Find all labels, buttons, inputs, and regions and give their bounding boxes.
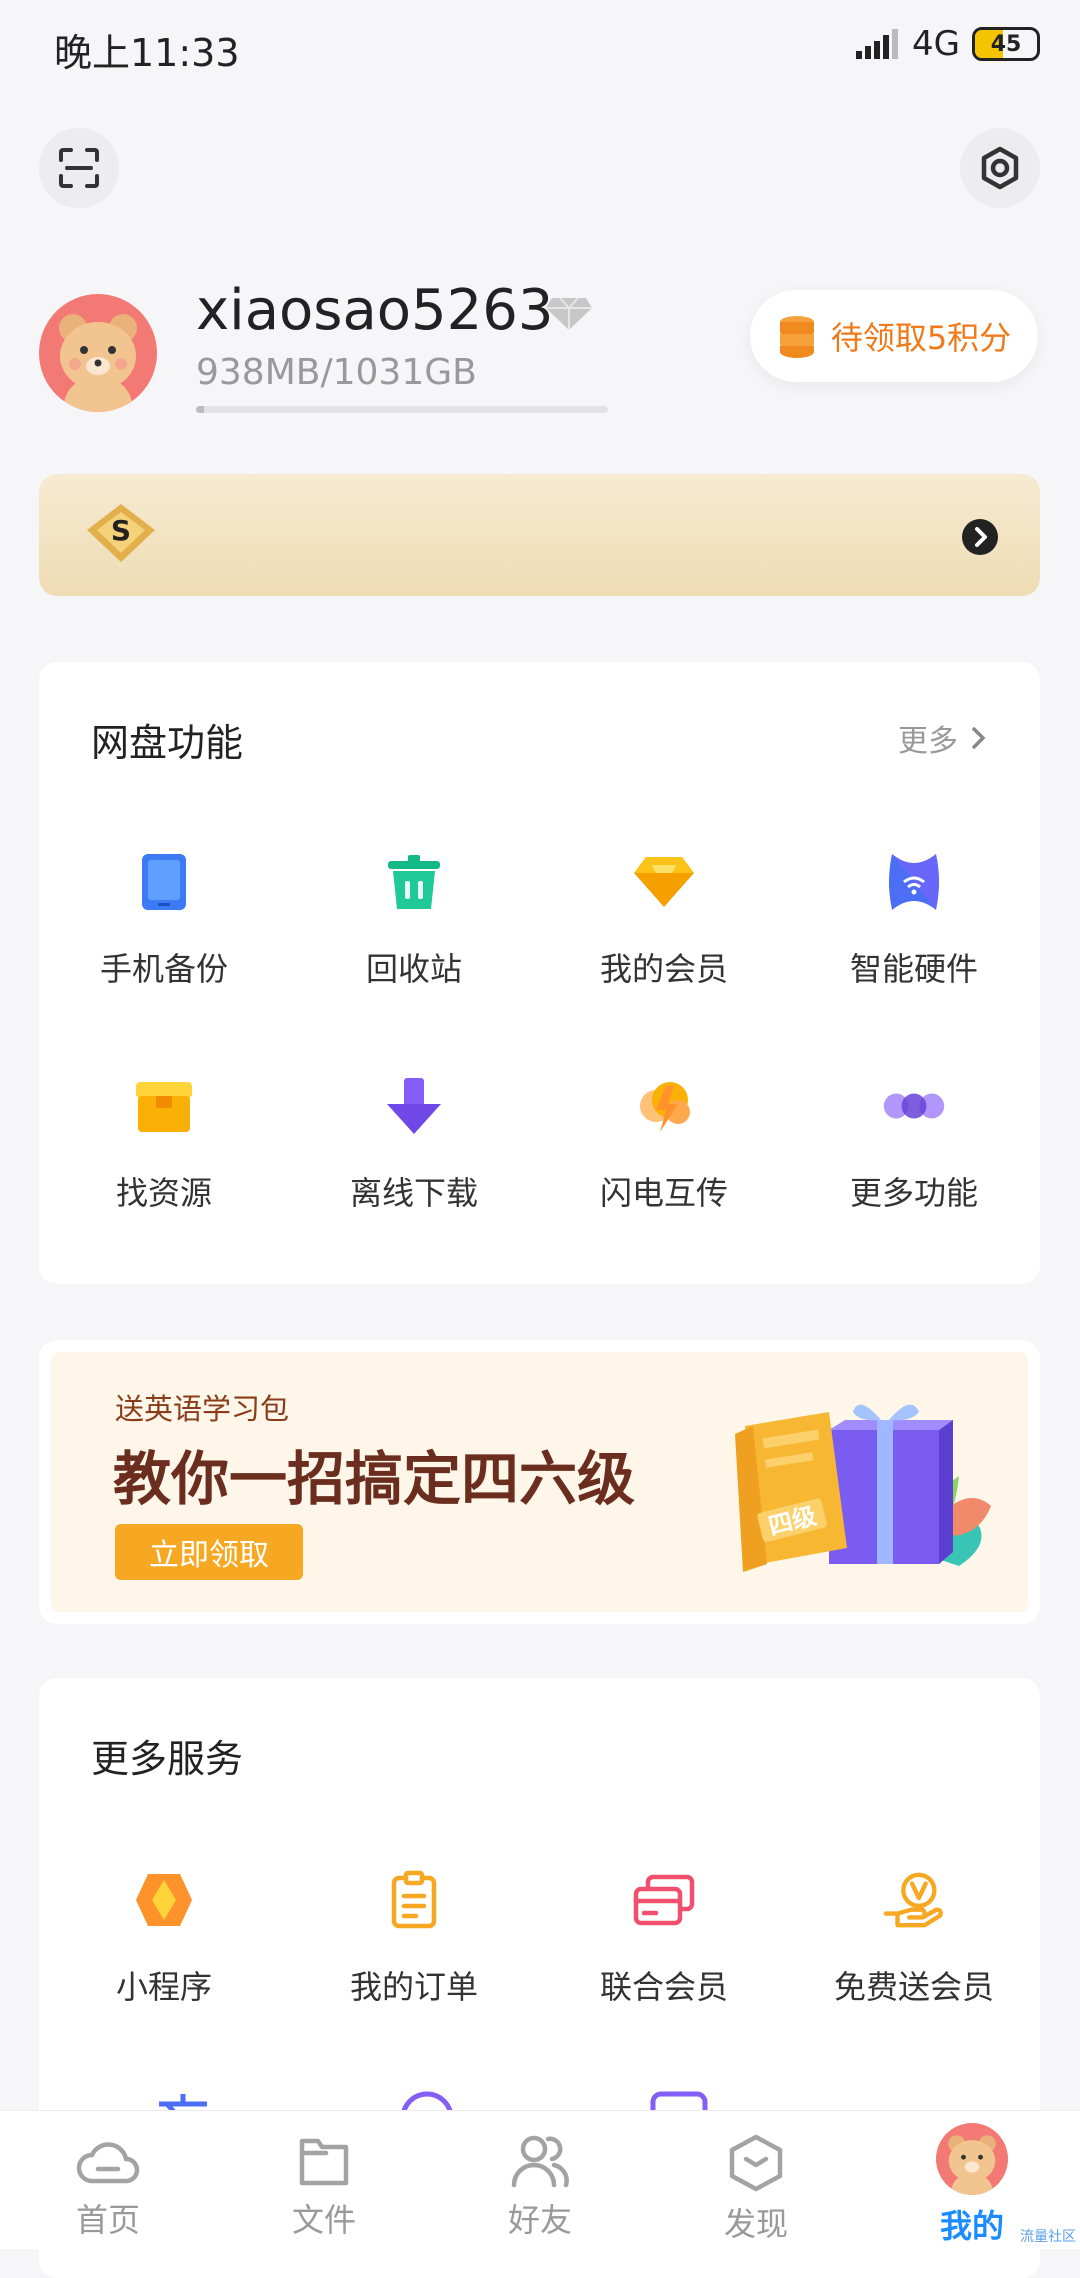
feature-more-features[interactable]: 更多功能 (789, 1074, 1039, 1214)
nav-home[interactable]: 首页 (0, 2111, 216, 2249)
feature-membership[interactable]: 我的会员 (539, 850, 789, 990)
status-indicators: 4G 45 (856, 24, 1040, 64)
nav-label: 发现 (723, 2205, 788, 2243)
feature-label: 找资源 (115, 1174, 212, 1212)
avatar[interactable] (39, 294, 157, 412)
signal-icon (856, 29, 899, 59)
super-vip-banner[interactable]: S (39, 474, 1040, 596)
folder-icon (299, 2138, 349, 2186)
feature-label: 回收站 (365, 950, 462, 988)
more-features-icon (883, 1093, 945, 1119)
feature-recycle-bin[interactable]: 回收站 (289, 850, 539, 990)
network-type: 4G (912, 24, 960, 64)
super-vip-badge-icon: S (87, 504, 155, 562)
service-free-membership[interactable]: 免费送会员 (789, 1868, 1039, 2008)
feature-offline-download[interactable]: 离线下载 (289, 1074, 539, 1214)
service-orders[interactable]: 我的订单 (289, 1868, 539, 2008)
feature-label: 我的会员 (599, 950, 728, 988)
nav-label: 文件 (291, 2201, 356, 2239)
nav-label: 首页 (75, 2201, 140, 2239)
promo-card[interactable]: 送英语学习包 教你一招搞定四六级 立即领取 四级 (39, 1340, 1040, 1624)
service-mini-program[interactable]: 小程序 (39, 1868, 289, 2008)
smart-hardware-icon (889, 854, 939, 910)
feature-lightning-transfer[interactable]: 闪电互传 (539, 1074, 789, 1214)
promo-headline: 教你一招搞定四六级 (113, 1445, 636, 1513)
gift-books-illustration: 四级 (735, 1404, 991, 1572)
nav-label: 好友 (507, 2201, 572, 2239)
feature-smart-hardware[interactable]: 智能硬件 (789, 850, 1039, 990)
vip-diamond-icon (546, 297, 592, 330)
claim-points-label: 待领取5积分 (830, 319, 1012, 357)
avatar (936, 2123, 1008, 2195)
feature-label: 更多功能 (849, 1174, 978, 1212)
nav-friends[interactable]: 好友 (432, 2111, 648, 2249)
lightning-transfer-icon (640, 1082, 690, 1132)
features-title: 网盘功能 (91, 721, 244, 765)
bear-avatar-icon (59, 314, 137, 412)
coins-icon (779, 316, 814, 358)
scan-button[interactable] (39, 128, 119, 208)
feature-phone-backup[interactable]: 手机备份 (39, 850, 289, 990)
chevron-right-icon (972, 727, 986, 749)
offline-download-icon (387, 1078, 441, 1134)
status-time: 晚上11:33 (54, 31, 240, 75)
watermark: 流量社区 (1020, 2229, 1076, 2245)
find-resources-icon (136, 1082, 192, 1132)
gear-icon (981, 146, 1019, 190)
storage-usage: 938MB/1031GB (196, 352, 477, 393)
phone-backup-icon (142, 854, 186, 910)
battery-icon: 45 (972, 27, 1040, 61)
service-label: 联合会员 (599, 1968, 728, 2006)
service-joint-membership[interactable]: 联合会员 (539, 1868, 789, 2008)
bottom-navigation: 首页 文件 好友 发现 我的 (0, 2110, 1080, 2249)
promo-claim-button[interactable]: 立即领取 (115, 1524, 303, 1580)
friends-icon (511, 2135, 569, 2188)
battery-level: 45 (990, 31, 1022, 57)
features-card: 网盘功能 更多 手机备份 回收站 我的会员 智能硬件 找资源 离线下载 闪电互传… (39, 662, 1040, 1284)
settings-button[interactable] (960, 128, 1040, 208)
service-label: 我的订单 (349, 1968, 478, 2006)
feature-find-resources[interactable]: 找资源 (39, 1074, 289, 1214)
nav-files[interactable]: 文件 (216, 2111, 432, 2249)
arrow-right-circle-icon (962, 519, 998, 555)
features-more-link[interactable]: 更多 (898, 716, 988, 760)
storage-progress-bar (196, 406, 608, 413)
nav-label-active: 我的 (939, 2207, 1004, 2245)
service-label: 小程序 (115, 1968, 212, 2006)
feature-label: 手机备份 (99, 950, 228, 988)
feature-label: 离线下载 (349, 1174, 478, 1212)
svg-text:S: S (111, 514, 131, 547)
features-more-label: 更多 (898, 724, 958, 759)
discover-icon (729, 2134, 783, 2192)
membership-icon (634, 857, 694, 907)
recycle-bin-icon (388, 855, 440, 909)
free-membership-icon (883, 1872, 943, 1928)
username: xiaosao5263 (196, 278, 554, 343)
cloud-icon (76, 2142, 140, 2184)
feature-label: 智能硬件 (849, 950, 978, 988)
storage-progress-fill (196, 406, 205, 413)
scan-icon (59, 148, 99, 188)
joint-membership-icon (633, 1874, 695, 1926)
services-title: 更多服务 (91, 1737, 244, 1781)
feature-label: 闪电互传 (599, 1174, 728, 1212)
claim-points-button[interactable]: 待领取5积分 (750, 290, 1038, 382)
service-label: 免费送会员 (833, 1968, 994, 2006)
mini-program-icon (136, 1874, 192, 1926)
nav-discover[interactable]: 发现 (648, 2111, 864, 2249)
orders-icon (391, 1870, 437, 1929)
bear-avatar-icon (948, 2135, 996, 2195)
promo-tag: 送英语学习包 (115, 1392, 290, 1426)
